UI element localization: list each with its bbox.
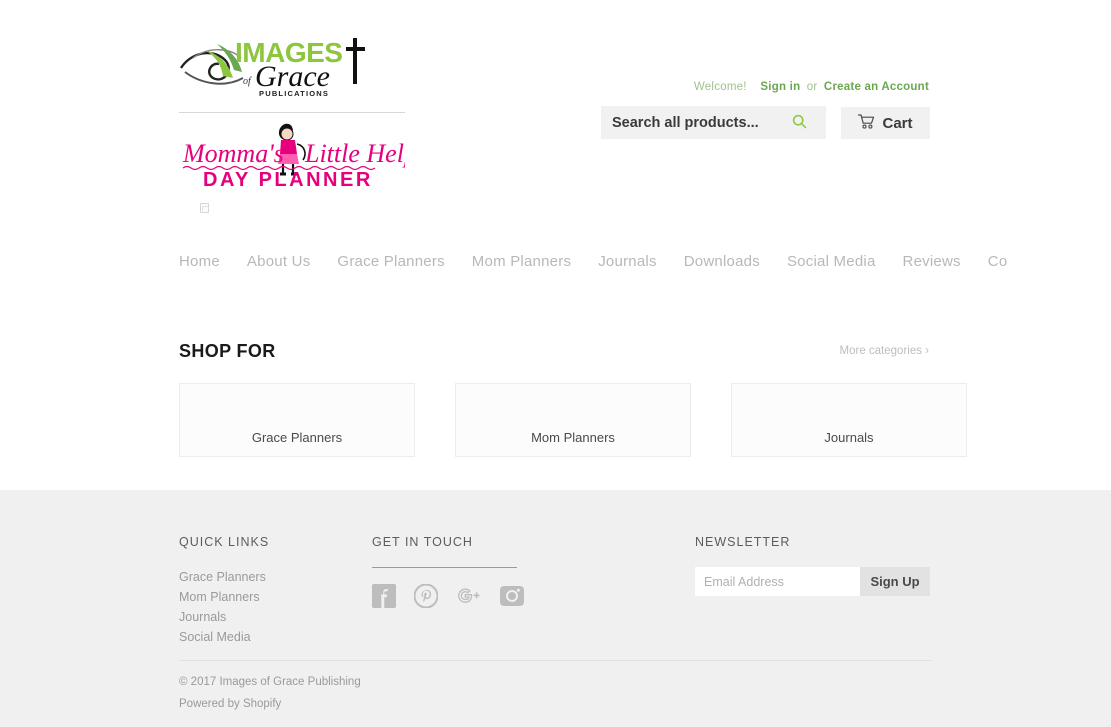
copyright-text: © 2017 Images of Grace Publishing — [179, 676, 361, 688]
footer-link-journals[interactable]: Journals — [179, 607, 349, 627]
footer-copyright-block: © 2017 Images of Grace Publishing Powere… — [179, 671, 361, 715]
search-icon — [792, 114, 807, 132]
nav-item-downloads[interactable]: Downloads — [684, 253, 760, 270]
pinterest-link[interactable] — [413, 583, 439, 609]
footer-get-in-touch-title: GET IN TOUCH — [372, 535, 473, 549]
facebook-link[interactable] — [372, 584, 396, 608]
site-footer: QUICK LINKS Grace Planners Mom Planners … — [0, 490, 1111, 727]
logo-divider — [179, 112, 405, 113]
footer-newsletter-title: NEWSLETTER — [695, 535, 791, 549]
footer-link-social-media[interactable]: Social Media — [179, 627, 349, 647]
category-card-journals[interactable]: Journals — [731, 383, 967, 457]
svg-text:DAY PLANNER: DAY PLANNER — [203, 169, 373, 188]
shopify-link[interactable]: Shopify — [243, 698, 281, 710]
category-card-label: Mom Planners — [531, 430, 615, 445]
newsletter-form: Sign Up — [695, 567, 931, 596]
category-card-mom-planners[interactable]: Mom Planners — [455, 383, 691, 457]
footer-link-mom-planners[interactable]: Mom Planners — [179, 587, 349, 607]
more-categories-link[interactable]: More categories › — [840, 345, 929, 357]
svg-text:Little Helper: Little Helper — [304, 139, 405, 168]
category-card-label: Grace Planners — [251, 430, 343, 445]
shop-for-section: SHOP FOR More categories › Grace Planner… — [0, 338, 1111, 457]
powered-by-text: Powered by Shopify — [179, 693, 361, 715]
account-links: Welcome! Sign in or Create an Account — [694, 81, 929, 93]
cart-label: Cart — [882, 114, 913, 132]
pinterest-icon — [413, 583, 439, 612]
google-plus-link[interactable] — [456, 584, 482, 608]
google-plus-icon — [456, 588, 482, 612]
category-card-grace-planners[interactable]: Grace Planners — [179, 383, 415, 457]
social-icon-list — [372, 583, 662, 609]
footer-column-get-in-touch: GET IN TOUCH — [372, 535, 662, 609]
footer-link-grace-planners[interactable]: Grace Planners — [179, 567, 349, 587]
nav-item-reviews[interactable]: Reviews — [903, 253, 961, 270]
nav-item-journals[interactable]: Journals — [598, 253, 657, 270]
cart-button[interactable]: Cart — [841, 107, 930, 139]
nav-item-mom-planners[interactable]: Mom Planners — [472, 253, 571, 270]
sign-in-link[interactable]: Sign in — [760, 81, 800, 93]
newsletter-email-input[interactable] — [695, 567, 860, 596]
search-bar[interactable] — [601, 106, 826, 139]
footer-bottom-divider — [179, 660, 931, 661]
instagram-link[interactable] — [500, 584, 524, 608]
site-logo[interactable]: IMAGES of Grace PUBLICATIONS — [179, 32, 409, 106]
nav-item-social-media[interactable]: Social Media — [787, 253, 876, 270]
shopping-cart-icon — [858, 113, 875, 133]
svg-text:of: of — [243, 76, 252, 87]
footer-columns: QUICK LINKS Grace Planners Mom Planners … — [179, 490, 931, 644]
svg-text:PUBLICATIONS: PUBLICATIONS — [259, 89, 329, 98]
powered-by-prefix: Powered by — [179, 698, 243, 710]
newsletter-signup-button[interactable]: Sign Up — [860, 567, 930, 596]
nav-item-grace-planners[interactable]: Grace Planners — [337, 253, 444, 270]
logo-mommas-little-helper[interactable]: Momma's Little Helper DAY PLANNER — [181, 118, 439, 191]
broken-image-placeholder — [200, 203, 209, 213]
page-root: IMAGES of Grace PUBLICATIONS Momma's Lit… — [0, 0, 1111, 727]
create-account-link[interactable]: Create an Account — [824, 81, 929, 93]
category-card-label: Journals — [824, 430, 874, 445]
footer-divider — [372, 567, 517, 568]
nav-item-contact[interactable]: Co — [988, 253, 1008, 270]
nav-item-about-us[interactable]: About Us — [247, 253, 311, 270]
facebook-icon — [372, 584, 396, 612]
footer-quick-links-title: QUICK LINKS — [179, 535, 270, 549]
footer-column-quick-links: QUICK LINKS Grace Planners Mom Planners … — [179, 535, 349, 647]
nav-item-home[interactable]: Home — [179, 253, 220, 270]
welcome-text: Welcome! — [693, 81, 747, 93]
main-navigation: Home About Us Grace Planners Mom Planner… — [0, 246, 1111, 276]
instagram-icon — [500, 586, 524, 612]
or-text: or — [806, 81, 818, 93]
page-title: SHOP FOR — [179, 341, 276, 361]
footer-column-newsletter: NEWSLETTER Sign Up — [695, 535, 931, 596]
shop-for-header: SHOP FOR More categories › — [179, 338, 929, 366]
svg-text:Momma's: Momma's — [182, 139, 284, 168]
search-button[interactable] — [779, 106, 819, 139]
site-header: IMAGES of Grace PUBLICATIONS Momma's Lit… — [0, 0, 1111, 232]
category-card-list: Grace Planners Mom Planners Journals — [179, 383, 967, 457]
logo-images-of-grace: IMAGES of Grace PUBLICATIONS — [179, 32, 407, 106]
search-input[interactable] — [601, 107, 779, 138]
